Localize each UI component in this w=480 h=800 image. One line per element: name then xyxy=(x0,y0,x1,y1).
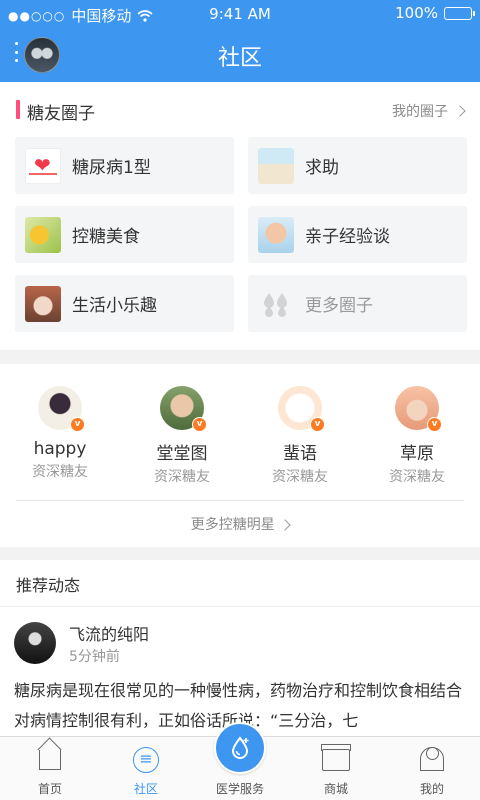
circle-label: 求助 xyxy=(305,158,339,178)
circle-label: 糖尿病1型 xyxy=(72,158,151,178)
battery-icon xyxy=(444,6,475,20)
star-role: 资深糖友 xyxy=(154,469,210,485)
heart-thumb-icon xyxy=(25,147,61,184)
star-user[interactable]: v 堂堂图 资深糖友 xyxy=(134,386,230,486)
more-circles-tile[interactable]: 更多圈子 xyxy=(248,275,467,332)
stars-section: v happy 资深糖友 v 堂堂图 资深糖友 v 蜚语 资深糖友 v 草原 资… xyxy=(0,364,480,547)
chevron-right-icon xyxy=(454,105,466,117)
circles-header: 糖友圈子 我的圈子 xyxy=(0,98,480,124)
circle-tile-life[interactable]: 生活小乐趣 xyxy=(15,275,234,332)
avatar: v xyxy=(278,386,325,432)
circle-label: 亲子经验谈 xyxy=(305,227,390,247)
verified-badge: v xyxy=(427,417,442,432)
star-user[interactable]: v 草原 资深糖友 xyxy=(369,386,465,486)
circles-section: 糖友圈子 我的圈子 糖尿病1型 求助 控糖美食 亲子经验谈 生活小乐趣 xyxy=(0,82,480,350)
baby-thumb-icon xyxy=(258,216,294,253)
medical-service-button[interactable] xyxy=(214,722,266,774)
avatar: v xyxy=(38,386,85,432)
help-thumb-icon xyxy=(258,147,294,184)
more-circles-label: 更多圈子 xyxy=(305,296,373,316)
verified-badge: v xyxy=(310,417,325,432)
star-role: 资深糖友 xyxy=(32,464,88,480)
drop-plus-icon xyxy=(232,736,249,759)
tab-home[interactable]: 首页 xyxy=(2,737,98,800)
circle-label: 控糖美食 xyxy=(72,227,140,247)
page-title: 社区 xyxy=(217,46,262,71)
chevron-right-icon xyxy=(279,519,291,531)
post-timestamp: 5分钟前 xyxy=(69,649,120,665)
battery-percent: 100% xyxy=(395,4,438,22)
verified-badge: v xyxy=(192,417,207,432)
home-icon xyxy=(39,750,61,770)
circle-tile-food[interactable]: 控糖美食 xyxy=(15,206,234,263)
circle-tile-parenting[interactable]: 亲子经验谈 xyxy=(248,206,467,263)
divider xyxy=(0,606,480,607)
community-icon: ≡ xyxy=(133,747,159,773)
shop-icon xyxy=(321,744,351,771)
star-user[interactable]: v happy 资深糖友 xyxy=(12,386,108,481)
circle-tile-type1[interactable]: 糖尿病1型 xyxy=(15,137,234,194)
circle-label: 生活小乐趣 xyxy=(72,296,157,316)
verified-badge: v xyxy=(70,417,85,432)
user-icon xyxy=(420,747,444,771)
tab-label: 社区 xyxy=(133,782,158,796)
post-avatar[interactable] xyxy=(14,622,56,664)
star-name: 堂堂图 xyxy=(156,444,208,464)
top-bar: ●●○○○ 中国移动 9:41 AM 100% 社区 xyxy=(0,0,480,82)
circles-title: 糖友圈子 xyxy=(27,104,95,124)
avatar: v xyxy=(160,386,207,432)
star-name: happy xyxy=(33,439,87,459)
post-username[interactable]: 飞流的纯阳 xyxy=(69,621,149,645)
avatar: v xyxy=(395,386,442,432)
star-role: 资深糖友 xyxy=(389,469,445,485)
star-role: 资深糖友 xyxy=(272,469,328,485)
circle-tile-help[interactable]: 求助 xyxy=(248,137,467,194)
my-circles-link[interactable]: 我的圈子 xyxy=(392,101,466,121)
section-accent-bar xyxy=(16,100,20,119)
star-name: 草原 xyxy=(400,444,434,464)
tab-community[interactable]: ≡ 社区 xyxy=(98,737,194,800)
my-circles-label: 我的圈子 xyxy=(392,104,448,120)
more-stars-link[interactable]: 更多控糖明星 xyxy=(0,514,480,534)
divider xyxy=(16,500,464,501)
status-bar: ●●○○○ 中国移动 9:41 AM 100% xyxy=(0,0,480,26)
cat-thumb-icon xyxy=(25,285,61,322)
tab-label: 首页 xyxy=(37,782,62,796)
tab-mine[interactable]: 我的 xyxy=(384,737,480,800)
tab-label: 我的 xyxy=(419,782,444,796)
more-stars-label: 更多控糖明星 xyxy=(190,517,275,533)
tab-label: 医学服务 xyxy=(215,782,264,796)
food-thumb-icon xyxy=(25,216,61,253)
feed-title: 推荐动态 xyxy=(16,576,81,595)
drops-icon xyxy=(258,286,294,322)
tab-label: 商城 xyxy=(323,782,348,796)
star-name: 蜚语 xyxy=(283,444,317,464)
star-user[interactable]: v 蜚语 资深糖友 xyxy=(252,386,348,486)
tab-mall[interactable]: 商城 xyxy=(288,737,384,800)
